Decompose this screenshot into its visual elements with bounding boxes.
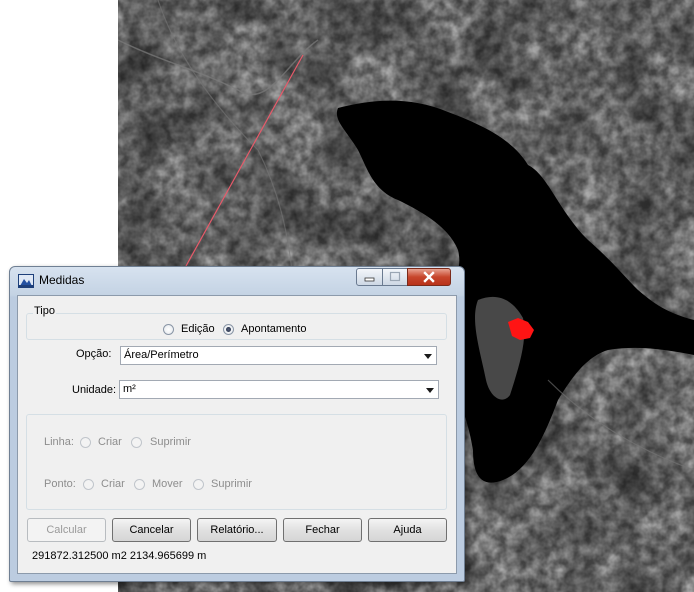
close-button[interactable] bbox=[407, 268, 451, 286]
linha-label: Linha: bbox=[44, 436, 74, 448]
relatorio-button[interactable]: Relatório... bbox=[197, 518, 277, 542]
ponto-label: Ponto: bbox=[44, 478, 76, 490]
edicao-radio[interactable] bbox=[163, 324, 174, 335]
unidade-value: m² bbox=[123, 383, 136, 395]
maximize-icon bbox=[389, 271, 401, 282]
edicao-label: Edição bbox=[181, 323, 215, 335]
unidade-label: Unidade: bbox=[72, 384, 117, 396]
ponto-criar-label: Criar bbox=[101, 478, 125, 490]
ponto-suprimir-label: Suprimir bbox=[211, 478, 252, 490]
opcao-select[interactable]: Área/Perímetro bbox=[120, 346, 437, 365]
minimize-button[interactable] bbox=[356, 268, 383, 286]
app-icon bbox=[18, 274, 34, 288]
close-icon bbox=[423, 271, 435, 283]
opcao-label: Opção: bbox=[76, 348, 112, 360]
tipo-group bbox=[26, 313, 447, 340]
ponto-criar-radio[interactable] bbox=[83, 479, 94, 490]
tipo-legend: Tipo bbox=[33, 305, 56, 317]
fechar-button[interactable]: Fechar bbox=[283, 518, 362, 542]
minimize-icon bbox=[364, 277, 375, 282]
measurement-result: 291872.312500 m2 2134.965699 m bbox=[32, 550, 207, 562]
edit-options-group bbox=[26, 414, 447, 510]
linha-criar-radio[interactable] bbox=[80, 437, 91, 448]
opcao-value: Área/Perímetro bbox=[124, 349, 199, 361]
unidade-select[interactable]: m² bbox=[119, 380, 439, 399]
linha-suprimir-radio[interactable] bbox=[131, 437, 142, 448]
chevron-down-icon bbox=[424, 354, 432, 359]
apontamento-label: Apontamento bbox=[241, 323, 307, 335]
linha-criar-label: Criar bbox=[98, 436, 122, 448]
chevron-down-icon bbox=[426, 388, 434, 393]
apontamento-radio[interactable] bbox=[223, 324, 234, 335]
maximize-button[interactable] bbox=[382, 268, 408, 286]
ponto-suprimir-radio[interactable] bbox=[193, 479, 204, 490]
ajuda-button[interactable]: Ajuda bbox=[368, 518, 447, 542]
linha-suprimir-label: Suprimir bbox=[150, 436, 191, 448]
window-title: Medidas bbox=[39, 273, 85, 287]
ponto-mover-label: Mover bbox=[152, 478, 183, 490]
calcular-button[interactable]: Calcular bbox=[27, 518, 106, 542]
cancelar-button[interactable]: Cancelar bbox=[112, 518, 191, 542]
ponto-mover-radio[interactable] bbox=[134, 479, 145, 490]
title-bar[interactable]: Medidas bbox=[10, 267, 464, 295]
